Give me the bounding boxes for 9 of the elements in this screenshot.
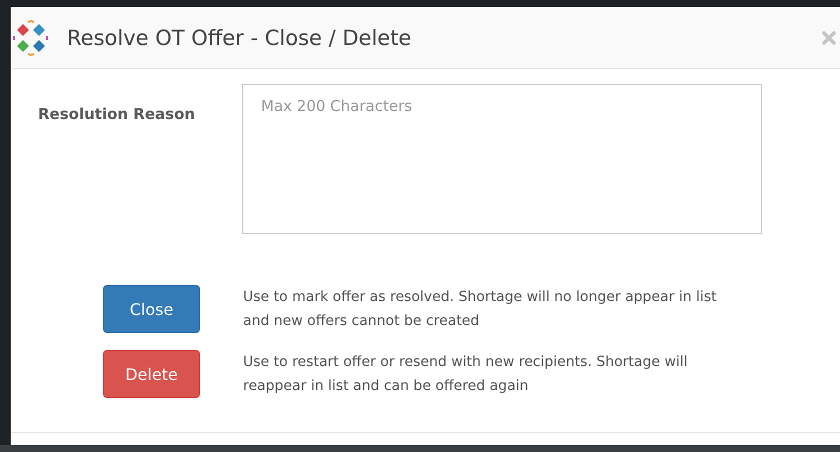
close-icon[interactable] [822,30,836,44]
resolution-reason-field[interactable]: Max 200 Characters [242,84,762,234]
action-description: Use to mark offer as resolved. Shortage will no longer appear in list and new offers cannot be created [243,288,718,331]
close-button[interactable]: Close [103,285,200,333]
delete-button[interactable]: Delete [103,350,200,398]
field-label: Resolution Reason [37,104,196,125]
dialog-title: Resolve OT Offer - Close / Delete [67,26,412,50]
logo-icon [13,20,49,56]
action-description: Use to restart offer or resend with new recipients. Shortage will reappear in list and can be offered again [243,353,689,396]
